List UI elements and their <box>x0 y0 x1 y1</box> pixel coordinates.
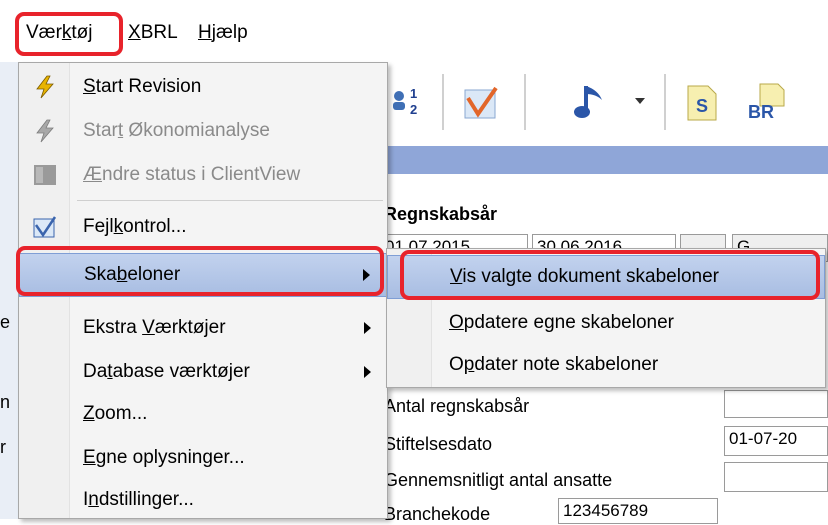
mnemonic: n <box>88 489 99 510</box>
mnemonic: k <box>113 216 124 237</box>
menu-item-label: Start Økonomianalyse <box>83 109 270 153</box>
label-rest: ærktøjer <box>154 317 226 338</box>
s-document-icon[interactable]: S <box>684 82 724 122</box>
label-rest: pdatere egne skabeloner <box>463 312 674 333</box>
sort-icon[interactable]: 1 2 <box>390 84 426 120</box>
menu-item-ekstra-vaerktojer[interactable]: Ekstra Værktøjer <box>19 306 387 350</box>
menu-item-aendre-status[interactable]: Ændre status i ClientView <box>19 153 387 197</box>
cut-text: r <box>0 437 6 457</box>
background-window-left: e n r <box>0 62 18 519</box>
mnemonic: S <box>83 76 96 97</box>
cut-text: n <box>0 392 11 412</box>
menu-xbrl[interactable]: XBRL <box>126 18 180 48</box>
mnemonic: O <box>449 312 464 333</box>
label-pre: Ekstra <box>83 317 143 338</box>
highlight-menu-vaerktoj <box>15 12 123 56</box>
menu-xbrl-post: BRL <box>140 22 178 43</box>
label-pre: Fejl <box>83 216 114 237</box>
stiftelsesdato-label: Stiftelsesdato <box>384 434 493 454</box>
status-disabled-icon <box>34 165 56 185</box>
toolbar-separator <box>664 74 667 130</box>
menu-item-label: Zoom... <box>83 392 147 436</box>
menu-bar: Værktøj XBRL Hjælp <box>0 0 828 62</box>
submenu-item-opdatere-egne[interactable]: Opdatere egne skabeloner <box>387 301 825 345</box>
mnemonic: p <box>463 354 475 375</box>
label-rest: oom... <box>94 403 148 424</box>
label-rest: ndre status i ClientView <box>102 164 301 185</box>
branchekode-label: Branchekode <box>384 504 491 524</box>
menu-item-start-okonomianalyse[interactable]: Start Økonomianalyse <box>19 109 387 153</box>
menu-item-label: Indstillinger... <box>83 478 194 522</box>
mnemonic: Z <box>83 403 95 424</box>
label-rest: abase værktøjer <box>112 361 250 382</box>
lightning-disabled-icon <box>36 119 54 143</box>
menu-item-egne-oplysninger[interactable]: Egne oplysninger... <box>19 436 387 480</box>
menu-item-fejlkontrol[interactable]: Fejlkontrol... <box>19 205 387 249</box>
menu-item-indstillinger[interactable]: Indstillinger... <box>19 478 387 522</box>
cut-text: e <box>0 312 11 332</box>
ansatte-field[interactable] <box>724 462 828 492</box>
label-rest: dater note skabeloner <box>474 354 659 375</box>
menu-item-start-revision[interactable]: Start Revision <box>19 65 387 109</box>
label-rest: gne oplysninger... <box>95 447 245 468</box>
mnemonic: E <box>83 447 96 468</box>
menu-item-label: Fejlkontrol... <box>83 205 187 249</box>
music-note-icon[interactable] <box>572 82 612 122</box>
toolbar-separator <box>524 74 527 130</box>
menu-xbrl-key: X <box>128 22 141 43</box>
menu-item-label: Egne oplysninger... <box>83 436 245 480</box>
regnskabsaar-label: Regnskabsår <box>384 204 498 224</box>
menu-hjaelp-post: jælp <box>211 22 248 43</box>
antal-regnskabsaar-label: Antal regnskabsår <box>384 396 530 416</box>
menu-item-label: Ekstra Værktøjer <box>83 306 226 350</box>
submenu-item-opdater-note[interactable]: Opdater note skabeloner <box>387 343 825 387</box>
toolbar: 1 2 S BR <box>380 62 828 146</box>
highlight-skabeloner <box>16 246 384 296</box>
mnemonic: Æ <box>83 164 102 185</box>
checkmark-chart-icon[interactable] <box>462 82 502 122</box>
highlight-vis-valgte <box>400 250 820 300</box>
submenu-arrow-icon <box>364 322 371 334</box>
lightning-icon <box>36 75 54 99</box>
title-band <box>380 146 828 174</box>
menu-item-database-vaerktojer[interactable]: Database værktøjer <box>19 350 387 394</box>
submenu-item-label: Opdater note skabeloner <box>449 343 658 387</box>
label-rest: Økonomianalyse <box>123 120 270 141</box>
menu-separator <box>77 200 383 201</box>
mnemonic: V <box>142 317 155 338</box>
menu-item-zoom[interactable]: Zoom... <box>19 392 387 436</box>
antal-field[interactable] <box>724 390 828 418</box>
menu-hjaelp-key: H <box>198 22 212 43</box>
branchekode-field[interactable]: 123456789 <box>558 498 718 524</box>
stiftelsesdato-field[interactable]: 01-07-20 <box>724 426 828 456</box>
menu-item-label: Start Revision <box>83 65 201 109</box>
label-rest: ontrol... <box>123 216 187 237</box>
ansatte-label: Gennemsnitligt antal ansatte <box>384 470 613 490</box>
menu-item-label: Ændre status i ClientView <box>83 153 300 197</box>
dropdown-arrow-icon[interactable] <box>634 96 646 106</box>
svg-text:2: 2 <box>410 102 417 117</box>
label-pre: O <box>449 354 464 375</box>
br-icon-text: BR <box>748 102 774 122</box>
toolbar-separator <box>442 74 445 130</box>
menu-item-label: Database værktøjer <box>83 350 250 394</box>
svg-text:1: 1 <box>410 86 417 101</box>
label-pre: Star <box>83 120 118 141</box>
br-document-icon[interactable]: BR <box>746 82 792 122</box>
checkmark-chart-icon <box>33 216 57 238</box>
submenu-arrow-icon <box>364 366 371 378</box>
label-rest: dstillinger... <box>98 489 194 510</box>
label-pre: Da <box>83 361 108 382</box>
s-icon-text: S <box>696 96 708 116</box>
submenu-item-label: Opdatere egne skabeloner <box>449 301 674 345</box>
label-rest: tart Revision <box>95 76 202 97</box>
menu-hjaelp[interactable]: Hjælp <box>196 18 250 48</box>
